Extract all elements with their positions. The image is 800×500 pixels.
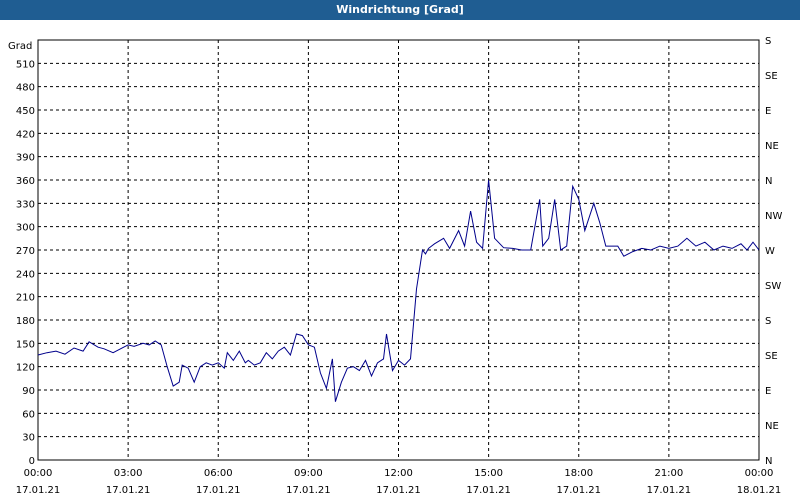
x-tick-date: 17.01.21 bbox=[106, 485, 151, 496]
y-tick-label: 240 bbox=[16, 269, 35, 280]
x-tick-date: 17.01.21 bbox=[196, 485, 241, 496]
y-right-tick-label: S bbox=[765, 36, 771, 47]
y-tick-label: 30 bbox=[22, 433, 35, 444]
x-tick-date: 17.01.21 bbox=[466, 485, 511, 496]
y-right-tick-label: S bbox=[765, 316, 771, 327]
y-tick-label: 210 bbox=[16, 293, 35, 304]
x-tick-time: 03:00 bbox=[114, 468, 143, 479]
x-tick-time: 12:00 bbox=[384, 468, 413, 479]
y-right-tick-label: SE bbox=[765, 351, 778, 362]
x-tick-time: 00:00 bbox=[24, 468, 53, 479]
y-right-tick-label: SE bbox=[765, 71, 778, 82]
chart-title: Windrichtung [Grad] bbox=[0, 0, 800, 20]
x-tick-time: 21:00 bbox=[654, 468, 683, 479]
y-right-tick-label: SW bbox=[765, 281, 781, 292]
y-axis-right: N NE E SE S SW W NW N NE E SE S bbox=[765, 36, 782, 467]
x-tick-date: 17.01.21 bbox=[16, 485, 61, 496]
y-tick-label: 510 bbox=[16, 59, 35, 70]
y-tick-label: 330 bbox=[16, 199, 35, 210]
y-tick-label: 420 bbox=[16, 129, 35, 140]
y-tick-label: 150 bbox=[16, 339, 35, 350]
y-tick-label: 180 bbox=[16, 316, 35, 327]
y-right-tick-label: E bbox=[765, 386, 771, 397]
y-right-tick-label: NE bbox=[765, 141, 779, 152]
x-tick-date: 17.01.21 bbox=[376, 485, 421, 496]
x-tick-time: 00:00 bbox=[745, 468, 774, 479]
y-right-tick-label: NW bbox=[765, 211, 782, 222]
x-tick-time: 18:00 bbox=[564, 468, 593, 479]
y-right-tick-label: N bbox=[765, 176, 772, 187]
y-tick-label: 390 bbox=[16, 153, 35, 164]
y-tick-label: 360 bbox=[16, 176, 35, 187]
y-tick-label: 120 bbox=[16, 363, 35, 374]
y-tick-label: 480 bbox=[16, 83, 35, 94]
y-tick-label: 0 bbox=[29, 456, 35, 467]
y-tick-label: 60 bbox=[22, 409, 35, 420]
y-tick-label: 300 bbox=[16, 223, 35, 234]
y-right-tick-label: N bbox=[765, 456, 772, 467]
y-axis-left: 0 30 60 90 120 150 180 210 240 270 300 330 360 390 420… bbox=[16, 59, 35, 467]
y-right-tick-label: E bbox=[765, 106, 771, 117]
y-tick-label: 270 bbox=[16, 246, 35, 257]
x-tick-time: 09:00 bbox=[294, 468, 323, 479]
y-tick-label: 90 bbox=[22, 386, 35, 397]
x-tick-date: 17.01.21 bbox=[286, 485, 331, 496]
x-axis: 00:00 17.01.21 03:00 17.01.21 06:00 17.01.21 0… bbox=[16, 468, 782, 496]
x-tick-time: 15:00 bbox=[474, 468, 503, 479]
x-tick-date: 17.01.21 bbox=[556, 485, 601, 496]
y-tick-label: 450 bbox=[16, 106, 35, 117]
y-right-tick-label: NE bbox=[765, 421, 779, 432]
x-tick-time: 06:00 bbox=[204, 468, 233, 479]
wind-direction-chart: 0 30 60 90 120 150 180 210 240 270 300 330 360 390 420… bbox=[8, 36, 782, 496]
x-tick-date: 18.01.21 bbox=[737, 485, 782, 496]
y-axis-label: Grad bbox=[8, 41, 32, 52]
x-tick-date: 17.01.21 bbox=[647, 485, 692, 496]
y-right-tick-label: W bbox=[765, 246, 775, 257]
